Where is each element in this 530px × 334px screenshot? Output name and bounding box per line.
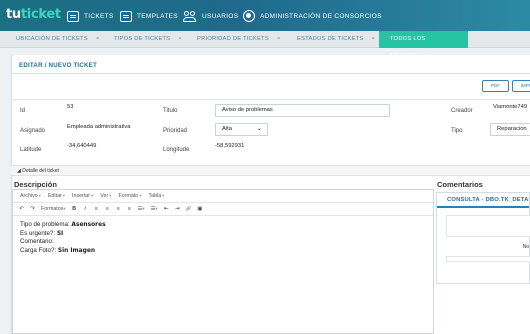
print-button[interactable]: IMPRI [512, 80, 530, 92]
top-navbar: tuticket TICKETS TEMPLATES USUARIOS ADMI… [0, 0, 530, 31]
numbered-list-icon[interactable]: ☰▾ [151, 206, 158, 212]
bullet-list-icon[interactable]: ☰▾ [138, 206, 145, 212]
longitude-value: -58,592931 [215, 143, 245, 149]
bold-icon[interactable]: B [72, 206, 77, 212]
comentario-input-box[interactable] [446, 215, 530, 237]
menu-editar[interactable]: Editar▾ [48, 193, 65, 199]
nav-templates[interactable]: TEMPLATES [120, 9, 178, 23]
link-icon[interactable]: 🔗 [186, 206, 192, 212]
content-line: Tipo de problema: Asensores [20, 221, 106, 228]
tab-todos[interactable]: TODOS LOS TICKETS× [379, 31, 468, 59]
close-icon[interactable]: × [372, 36, 376, 42]
nav-admin-label: ADMINISTRACIÓN DE CONSORCIOS [260, 12, 382, 20]
outdent-icon[interactable]: ⇤ [164, 206, 169, 212]
content-line: Comentario: [20, 238, 54, 246]
detail-label: Detalle del ticket [22, 168, 59, 174]
tab-label: UBICACIÓN DE TICKETS [16, 36, 88, 42]
close-icon[interactable]: × [277, 36, 281, 42]
align-left-icon[interactable]: ≡ [94, 206, 99, 212]
close-icon[interactable]: × [96, 36, 100, 42]
content-line: Carga Foto?: Sin Imagen [20, 246, 96, 254]
no-data-text: No [522, 244, 529, 250]
latitude-value: -34,640449 [67, 143, 97, 149]
comentario-row [446, 256, 530, 262]
tab-tipos[interactable]: TIPOS DE TICKETS × [114, 31, 182, 48]
align-right-icon[interactable]: ≡ [116, 206, 121, 212]
close-icon[interactable]: × [178, 36, 182, 42]
id-label: Id [20, 108, 26, 114]
logo-text-accent: ticket [20, 7, 61, 22]
pdf-button[interactable]: PDF [482, 80, 509, 92]
id-value: 53 [67, 104, 74, 110]
latitude-label: Latitude [20, 147, 42, 153]
prioridad-value: Alta [222, 126, 232, 132]
nav-admin-consorcios[interactable]: ADMINISTRACIÓN DE CONSORCIOS [243, 9, 382, 23]
prioridad-label: Prioridad [163, 128, 188, 134]
menu-tabla[interactable]: Tabla▾ [149, 193, 165, 199]
formats-dropdown[interactable]: Formatos▾ [41, 206, 66, 212]
align-justify-icon[interactable]: ≡ [127, 206, 132, 212]
divider [11, 99, 530, 100]
nav-tickets-label: TICKETS [84, 12, 114, 20]
titulo-label: Titulo [163, 108, 178, 114]
app-logo[interactable]: tuticket [6, 7, 61, 22]
redo-icon[interactable]: ↷ [30, 206, 35, 212]
asignado-value: Empleada administrativa [67, 124, 131, 130]
editor-toolbar: ↶ ↷ Formatos▾ B I ≡ ≡ ≡ ≡ ☰▾ ☰▾ ⇤ ⇥ 🔗 ▣ [13, 203, 433, 216]
descripcion-heading: Descripción [14, 180, 57, 189]
content-line: Es urgente?: SI [20, 229, 64, 237]
chevron-down-icon: ⌄ [256, 126, 262, 132]
nav-tickets[interactable]: TICKETS [67, 9, 114, 23]
tab-ubicacion[interactable]: UBICACIÓN DE TICKETS × [16, 31, 99, 48]
longitude-label: Longitude [163, 147, 190, 153]
menu-insertar[interactable]: Insertar▾ [72, 193, 93, 199]
comentarios-panel: CONSULTA - DBO.TK_DETALLE No [436, 192, 530, 284]
titulo-input[interactable]: Aviso de problemas [215, 104, 390, 117]
comentarios-panel-title: CONSULTA - DBO.TK_DETALLE [437, 193, 529, 208]
tab-bar: UBICACIÓN DE TICKETS × TIPOS DE TICKETS × … [0, 31, 530, 59]
tab-label: ESTADOS DE TICKETS [297, 36, 364, 42]
tipo-select[interactable]: Reparacion [490, 123, 530, 136]
menu-ver[interactable]: Ver▾ [100, 193, 111, 199]
panel-title: EDITAR / NUEVO TICKET [12, 55, 530, 74]
align-center-icon[interactable]: ≡ [105, 206, 110, 212]
templates-icon [120, 10, 132, 22]
comentarios-heading: Comentarios [437, 180, 483, 189]
menu-formato[interactable]: Formato▾ [119, 193, 142, 199]
admin-icon [243, 10, 255, 22]
rich-text-editor: Archivo▾ Editar▾ Insertar▾ Ver▾ Formato▾… [12, 189, 434, 334]
nav-templates-label: TEMPLATES [137, 12, 178, 20]
tab-estados[interactable]: ESTADOS DE TICKETS × [297, 31, 375, 48]
menu-archivo[interactable]: Archivo▾ [20, 193, 41, 199]
nav-usuarios-label: USUARIOS [202, 12, 239, 20]
tab-label: PRIORIDAD DE TICKETS [197, 36, 269, 42]
italic-icon[interactable]: I [83, 206, 88, 212]
asignado-label: Asignado [20, 128, 46, 134]
prioridad-select[interactable]: Alta ⌄ [215, 123, 268, 136]
editor-content[interactable]: Tipo de problema: Asensores Es urgente?:… [13, 216, 433, 260]
nav-usuarios[interactable]: USUARIOS [183, 9, 238, 23]
image-icon[interactable]: ▣ [197, 206, 202, 212]
creador-value: Viamonte749 [493, 104, 528, 110]
users-icon [183, 10, 197, 22]
tab-prioridad[interactable]: PRIORIDAD DE TICKETS × [197, 31, 280, 48]
logo-text-main: tu [6, 7, 21, 22]
tickets-icon [67, 10, 79, 22]
undo-icon[interactable]: ↶ [19, 206, 24, 212]
tab-label: TIPOS DE TICKETS [114, 36, 171, 42]
collapse-icon: ◢ [17, 168, 21, 174]
indent-icon[interactable]: ⇥ [175, 206, 180, 212]
editor-menubar: Archivo▾ Editar▾ Insertar▾ Ver▾ Formato▾… [13, 190, 433, 203]
detail-toggle[interactable]: ◢ Detalle del ticket [11, 165, 530, 176]
tipo-label: Tipo [451, 128, 463, 134]
creador-label: Creador [451, 108, 473, 114]
